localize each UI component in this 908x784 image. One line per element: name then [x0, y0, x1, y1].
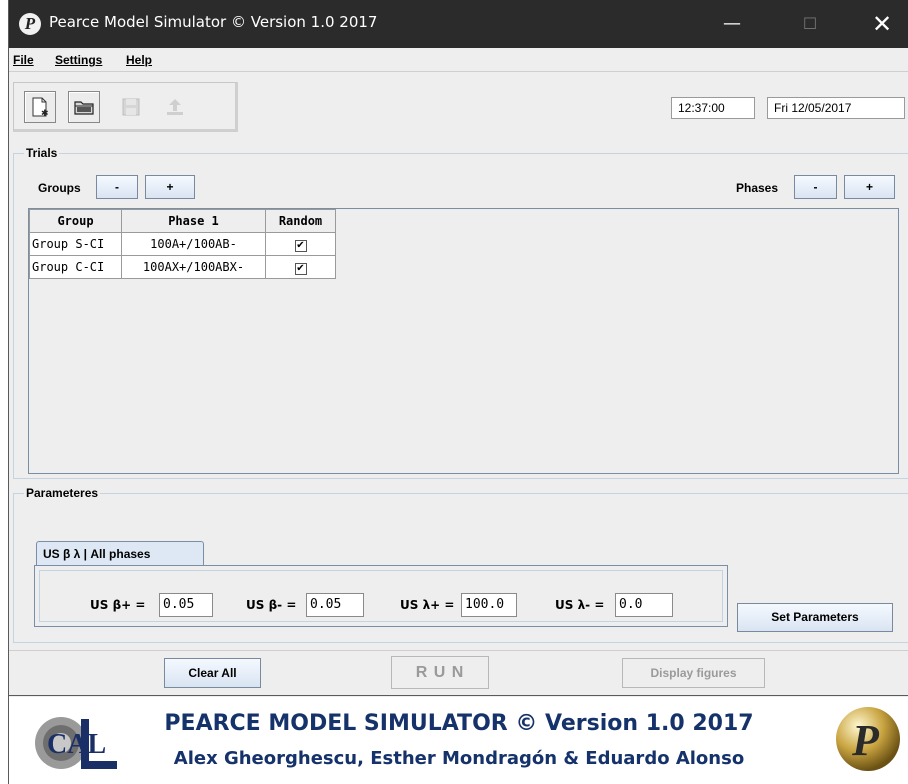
us-lambda-minus-label: US λ- =	[555, 598, 605, 612]
us-beta-plus-field[interactable]: 0.05	[159, 593, 213, 617]
trials-table: Group Phase 1 Random Group S-CI 100A+/10…	[29, 209, 336, 279]
menu-help[interactable]: Help	[126, 53, 152, 67]
pearce-logo-icon: P	[836, 707, 900, 771]
group-name-cell[interactable]: Group C-CI	[29, 255, 122, 279]
parameters-title: Parameteres	[24, 486, 101, 500]
close-icon[interactable]: ✕	[859, 0, 905, 48]
menu-settings[interactable]: Settings	[55, 53, 102, 67]
save-button[interactable]	[115, 91, 147, 123]
column-header-group[interactable]: Group	[29, 209, 122, 233]
tab-content-inner: US β+ = 0.05 US β- = 0.05 US λ+ = 100.0 …	[39, 570, 723, 622]
phases-label: Phases	[736, 181, 779, 195]
pearce-logo-glyph: P	[851, 716, 880, 765]
us-beta-minus-field[interactable]: 0.05	[306, 593, 364, 617]
table-header-row: Group Phase 1 Random	[29, 209, 336, 233]
phase-1-cell[interactable]: 100AX+/100ABX-	[121, 255, 266, 279]
menu-bar: File Settings Help	[9, 48, 908, 72]
trials-panel: Trials Groups - + Phases - + Group Phase…	[13, 146, 908, 479]
run-button[interactable]: R U N	[391, 656, 489, 689]
column-header-phase-1[interactable]: Phase 1	[121, 209, 266, 233]
add-group-button[interactable]: +	[145, 175, 195, 199]
us-beta-minus-label: US β- =	[246, 598, 297, 612]
trials-table-area: Group Phase 1 Random Group S-CI 100A+/10…	[28, 208, 899, 474]
remove-group-button[interactable]: -	[96, 175, 138, 199]
table-row: Group C-CI 100AX+/100ABX- ✔	[29, 255, 336, 279]
open-folder-icon	[74, 101, 94, 115]
tab-content: US β+ = 0.05 US β- = 0.05 US λ+ = 100.0 …	[34, 565, 728, 627]
remove-phase-button[interactable]: -	[794, 175, 837, 199]
trials-title: Trials	[24, 146, 60, 160]
random-checkbox[interactable]: ✔	[294, 239, 307, 252]
us-lambda-plus-label: US λ+ =	[400, 598, 455, 612]
banner-authors: Alex Gheorghescu, Esther Mondragón & Edu…	[173, 748, 745, 769]
minimize-icon[interactable]: —	[709, 0, 755, 48]
us-lambda-plus-field[interactable]: 100.0	[461, 593, 517, 617]
group-name-cell[interactable]: Group S-CI	[29, 232, 122, 256]
date-display: Fri 12/05/2017	[767, 97, 905, 119]
groups-label: Groups	[38, 181, 81, 195]
svg-text:✱: ✱	[41, 109, 49, 118]
display-figures-button[interactable]: Display figures	[622, 658, 765, 688]
parameters-panel: Parameteres US β λ | All phases US β+ = …	[13, 486, 908, 643]
column-header-random[interactable]: Random	[265, 209, 336, 233]
clear-all-button[interactable]: Clear All	[164, 658, 261, 688]
save-icon	[122, 98, 140, 116]
us-lambda-minus-field[interactable]: 0.0	[615, 593, 673, 617]
export-button[interactable]	[159, 91, 191, 123]
title-bar[interactable]: P Pearce Model Simulator © Version 1.0 2…	[9, 0, 908, 48]
random-cell: ✔	[265, 232, 336, 256]
app-banner: CAL PEARCE MODEL SIMULATOR © Version 1.0…	[9, 697, 908, 784]
add-phase-button[interactable]: +	[844, 175, 895, 199]
app-window: P Pearce Model Simulator © Version 1.0 2…	[8, 0, 908, 784]
export-icon	[167, 99, 183, 115]
menu-file[interactable]: File	[13, 53, 34, 67]
time-display: 12:37:00	[671, 97, 755, 119]
banner-title: PEARCE MODEL SIMULATOR © Version 1.0 201…	[164, 711, 754, 736]
app-logo-icon: P	[19, 13, 41, 35]
toolbar: ✱	[13, 82, 238, 132]
open-folder-button[interactable]	[68, 91, 100, 123]
new-file-icon: ✱	[32, 97, 49, 118]
random-checkbox[interactable]: ✔	[294, 262, 307, 275]
window-title: Pearce Model Simulator © Version 1.0 201…	[49, 13, 378, 31]
maximize-icon[interactable]: ☐	[787, 0, 833, 48]
tab-us-beta-lambda[interactable]: US β λ | All phases	[36, 541, 204, 566]
phase-1-cell[interactable]: 100A+/100AB-	[121, 232, 266, 256]
table-row: Group S-CI 100A+/100AB- ✔	[29, 232, 336, 256]
action-bar: Clear All R U N Display figures	[9, 650, 908, 696]
us-beta-plus-label: US β+ =	[90, 598, 146, 612]
new-file-button[interactable]: ✱	[24, 91, 56, 123]
random-cell: ✔	[265, 255, 336, 279]
set-parameters-button[interactable]: Set Parameters	[737, 603, 893, 632]
